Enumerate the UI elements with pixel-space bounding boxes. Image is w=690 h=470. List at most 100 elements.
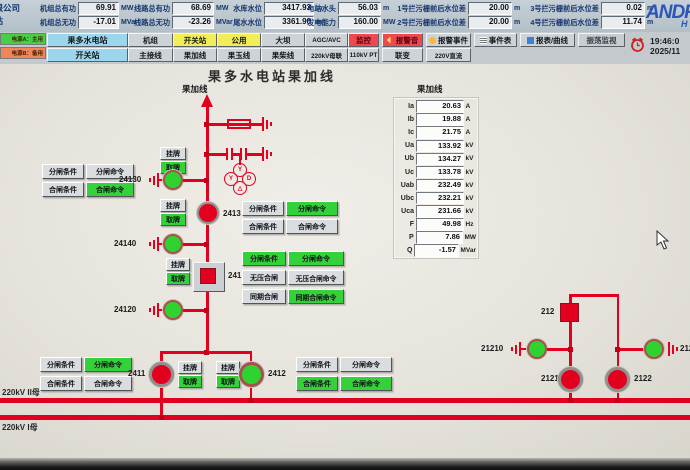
tab-switchyard-area[interactable]: 开关站 <box>47 48 128 62</box>
earthing-switch-24130[interactable] <box>163 170 183 190</box>
tag-button-24130[interactable]: 挂牌 <box>160 147 186 160</box>
alarm-events-button[interactable]: 报警事件 <box>426 33 471 47</box>
station-name: 电站 <box>0 15 3 27</box>
measurement-value: 133.78 <box>416 166 464 179</box>
telemetry-item: 2号拦污栅前后水位差 20.00 m <box>388 17 520 29</box>
pt-winding-icon: △ <box>233 181 247 195</box>
open-command-button-241[interactable]: 分闸命令 <box>288 251 344 266</box>
open-command-button-2411[interactable]: 分闸命令 <box>84 357 132 372</box>
measurement-value: 49.98 <box>416 218 464 231</box>
tab-interconnect-transformer[interactable]: 联变 <box>382 48 423 62</box>
single-line-diagram: 果多水电站果加线 果加线 果加线 Ia20.63A Ib19.88A Ic21.… <box>0 64 690 458</box>
alarm-sound-button[interactable]: 报警音 <box>382 33 423 47</box>
tab-station[interactable]: 果多水电站 <box>47 33 128 47</box>
device-label-21210: 21210 <box>481 344 503 353</box>
earthing-switch-24120[interactable] <box>163 300 183 320</box>
tab-dam[interactable]: 大坝 <box>261 33 305 47</box>
line-measurements-panel: Ia20.63A Ib19.88A Ic21.75A Ua133.92kV Ub… <box>393 97 479 259</box>
device-label-2412: 2412 <box>268 369 286 378</box>
device-label-2413: 2413 <box>223 209 241 218</box>
chart-icon <box>527 37 534 44</box>
tag-button-2413[interactable]: 挂牌 <box>160 199 186 212</box>
telemetry-item: 机组总有功 69.91 MW <box>10 3 133 15</box>
untag-button-241[interactable]: 取牌 <box>166 272 190 285</box>
tab-220v-dc[interactable]: 220V直流 <box>426 48 471 62</box>
tag-button-2411[interactable]: 挂牌 <box>178 361 202 374</box>
sync-close-command-button-241[interactable]: 同期合闸命令 <box>288 289 344 304</box>
close-command-button-24130[interactable]: 合闸命令 <box>86 182 134 197</box>
novoltage-close-command-button-241[interactable]: 无压合闸命令 <box>288 270 344 285</box>
tab-agc-avc[interactable]: AGC/AVC <box>305 33 348 47</box>
value-box: -23.26 <box>172 16 214 29</box>
ground-icon <box>262 117 264 131</box>
event-list-button[interactable]: 事件表 <box>474 33 517 47</box>
tab-common[interactable]: 公用 <box>217 33 261 47</box>
tab-guochai-line[interactable]: 果柴线 <box>261 48 305 62</box>
open-condition-button-241[interactable]: 分闸条件 <box>242 251 286 266</box>
earthing-switch-21220[interactable] <box>644 339 664 359</box>
ground-icon <box>262 147 264 161</box>
close-condition-button-2412[interactable]: 合闸条件 <box>296 376 338 391</box>
tab-switch-station[interactable]: 开关站 <box>173 33 217 47</box>
device-label-24140: 24140 <box>114 239 136 248</box>
disconnector-2122[interactable] <box>605 367 630 392</box>
tab-units[interactable]: 机组 <box>128 33 173 47</box>
clock-date: 2025/11 <box>650 46 690 56</box>
tab-220kv-bustie[interactable]: 220kV母联 <box>305 48 348 62</box>
measurement-value: 232.49 <box>416 179 464 192</box>
close-condition-button-24130[interactable]: 合闸条件 <box>42 182 84 197</box>
open-condition-button-2411[interactable]: 分闸条件 <box>40 357 82 372</box>
value-box: 20.00 <box>468 2 512 15</box>
breaker-212[interactable] <box>560 303 579 322</box>
close-command-button-2413[interactable]: 合闸命令 <box>286 219 338 234</box>
measurement-value: 231.66 <box>416 205 464 218</box>
vendor-logo-sub: H <box>681 19 688 29</box>
reports-curves-button[interactable]: 报表/曲线 <box>520 33 575 47</box>
ground-icon <box>149 242 151 246</box>
open-condition-button-2412[interactable]: 分闸条件 <box>296 357 338 372</box>
tag-button-241[interactable]: 挂牌 <box>166 258 190 271</box>
tab-guoyu-line[interactable]: 果玉线 <box>217 48 261 62</box>
tab-110kv-pt[interactable]: 110kV PT <box>348 48 379 62</box>
open-condition-button-24130[interactable]: 分闸条件 <box>42 164 84 179</box>
untag-button-2412[interactable]: 取牌 <box>216 375 240 388</box>
close-condition-button-2413[interactable]: 合闸条件 <box>242 219 284 234</box>
tab-guojia-line[interactable]: 果加线 <box>173 48 217 62</box>
close-command-button-2411[interactable]: 合闸命令 <box>84 376 132 391</box>
monitor-bezel <box>0 458 690 470</box>
list-icon <box>480 37 487 44</box>
disconnector-2413[interactable] <box>197 202 219 224</box>
power-source-a-status: 电源A：主用 <box>0 33 46 45</box>
ground-icon <box>511 347 513 351</box>
alarm-clock-icon <box>629 36 646 53</box>
capacitor-icon <box>226 148 228 160</box>
open-condition-button-2413[interactable]: 分闸条件 <box>242 201 284 216</box>
mouse-cursor <box>656 230 670 250</box>
bell-icon <box>429 37 436 44</box>
earthing-switch-24140[interactable] <box>163 234 183 254</box>
telemetry-item: 发电能力 160.00 MW <box>298 17 395 29</box>
telemetry-item: 电站水头 56.03 m <box>298 3 389 15</box>
oscillation-monitor-button[interactable]: 振荡监视 <box>578 33 625 47</box>
close-condition-button-2411[interactable]: 合闸条件 <box>40 376 82 391</box>
disconnector-2121[interactable] <box>558 367 583 392</box>
untag-button-2413[interactable]: 取牌 <box>160 213 186 226</box>
telemetry-header: 有限公司 电站 机组总有功 69.91 MW 线路总有功 68.69 MW 水库… <box>0 0 690 33</box>
tab-main-wiring[interactable]: 主接线 <box>128 48 173 62</box>
untag-button-2411[interactable]: 取牌 <box>178 375 202 388</box>
nav-bar: 电源A：主用 电源B：备用 果多水电站 开关站 机组 开关站 公用 大坝 AGC… <box>0 32 690 65</box>
value-box: 0.02 <box>601 2 645 15</box>
close-command-button-2412[interactable]: 合闸命令 <box>340 376 392 391</box>
breaker-241[interactable] <box>200 268 216 284</box>
open-command-button-2412[interactable]: 分闸命令 <box>340 357 392 372</box>
tag-button-2412[interactable]: 挂牌 <box>216 361 240 374</box>
ground-icon <box>149 308 151 312</box>
novoltage-close-button-241[interactable]: 无压合闸 <box>242 270 286 285</box>
earthing-switch-21210[interactable] <box>527 339 547 359</box>
disconnector-2411[interactable] <box>149 362 174 387</box>
open-command-button-2413[interactable]: 分闸命令 <box>286 201 338 216</box>
value-box: 68.69 <box>172 2 214 15</box>
disconnector-2412[interactable] <box>239 362 264 387</box>
sync-close-button-241[interactable]: 同期合闸 <box>242 289 286 304</box>
tab-monitor[interactable]: 监控 <box>348 33 379 47</box>
